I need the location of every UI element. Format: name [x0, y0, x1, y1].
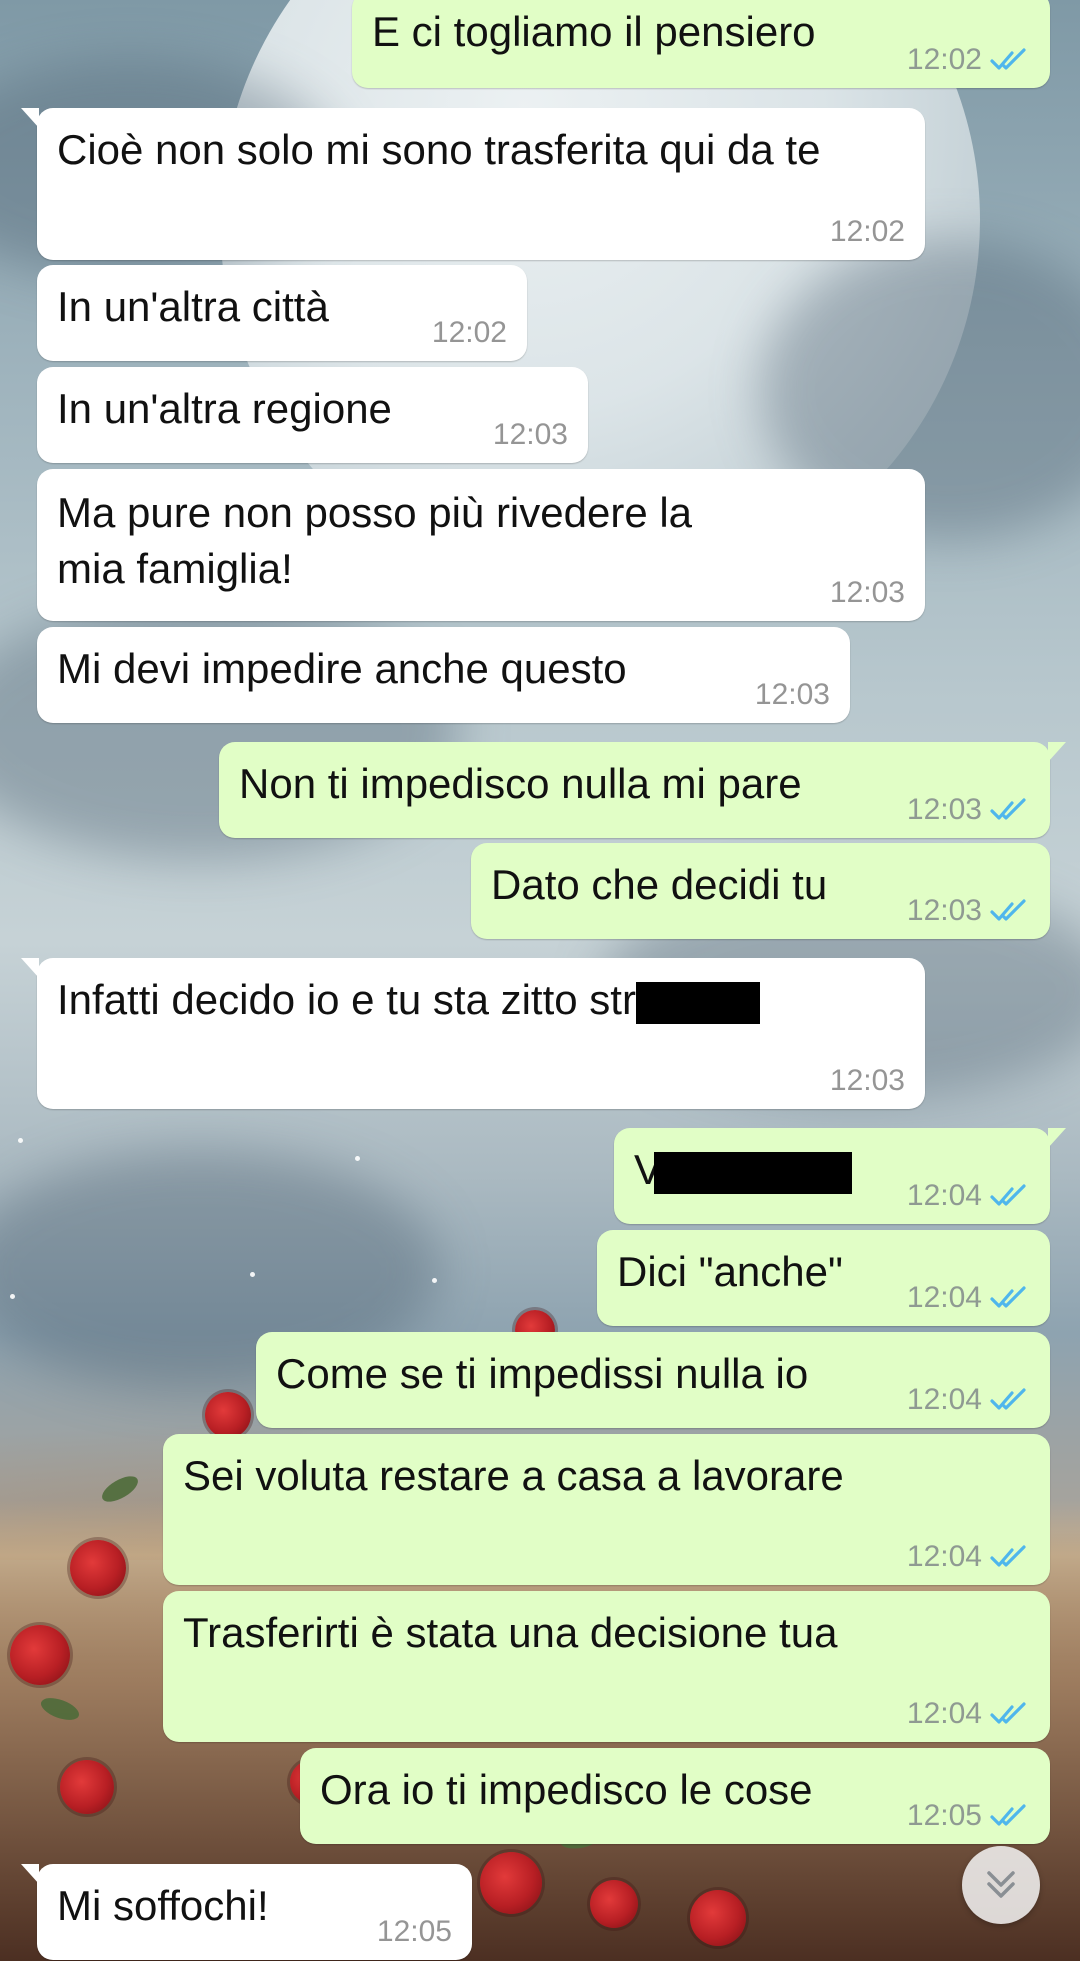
- message-text: Ma pure non posso più rivedere la mia fa…: [57, 489, 693, 592]
- message-time: 12:04: [906, 1281, 982, 1314]
- message-text-row: Infatti decido io e tu sta zitto str: [57, 968, 905, 1026]
- message-meta: 12:05: [907, 1798, 1030, 1834]
- background-star: [18, 1138, 23, 1143]
- background-star: [250, 1272, 255, 1277]
- message-bubble-outgoing[interactable]: Dici "anche" 12:04: [597, 1230, 1050, 1326]
- double-check-icon: [990, 1286, 1026, 1308]
- message-bubble-incoming[interactable]: In un'altra regione 12:03: [37, 367, 588, 463]
- message-bubble-outgoing[interactable]: Trasferirti è stata una decisione tua 12…: [163, 1591, 1050, 1742]
- message-bubble-incoming[interactable]: Cioè non solo mi sono trasferita qui da …: [21, 108, 925, 260]
- message-meta: 12:04: [907, 1280, 1030, 1316]
- message-meta: 12:04: [907, 1178, 1030, 1214]
- message-time: 12:03: [492, 418, 568, 451]
- background-rose: [60, 1760, 114, 1814]
- message-text: Sei voluta restare a casa a lavorare: [183, 1452, 844, 1499]
- scroll-to-bottom-button[interactable]: [962, 1846, 1040, 1924]
- message-text: Mi devi impedire anche questo: [57, 645, 627, 692]
- double-check-icon: [990, 1545, 1026, 1567]
- message-bubble-outgoing[interactable]: E ci togliamo il pensiero 12:02: [352, 0, 1050, 88]
- message-meta: 12:04: [907, 1382, 1030, 1418]
- double-check-icon: [990, 1184, 1026, 1206]
- message-bubble-outgoing[interactable]: Sei voluta restare a casa a lavorare 12:…: [163, 1434, 1050, 1585]
- message-text: Trasferirti è stata una decisione tua: [183, 1609, 838, 1656]
- message-meta: 12:04: [907, 1696, 1030, 1732]
- double-check-icon: [990, 1388, 1026, 1410]
- background-rose: [70, 1540, 126, 1596]
- message-text: Cioè non solo mi sono trasferita qui da …: [57, 126, 821, 173]
- message-bubble-incoming[interactable]: Infatti decido io e tu sta zitto str 12:…: [21, 958, 925, 1109]
- message-time: 12:02: [431, 316, 507, 349]
- message-bubble-incoming[interactable]: Ma pure non posso più rivedere la mia fa…: [37, 469, 925, 621]
- background-star: [355, 1156, 360, 1161]
- double-check-icon: [990, 1804, 1026, 1826]
- redaction-bar: [635, 981, 760, 1024]
- background-rose: [10, 1625, 70, 1685]
- message-meta: 12:03: [830, 575, 905, 611]
- chevron-double-down-icon: [987, 1871, 1015, 1898]
- message-meta: 12:03: [493, 417, 568, 453]
- message-meta: 12:02: [432, 315, 507, 351]
- message-time: 12:03: [829, 576, 905, 609]
- message-meta: 12:02: [907, 42, 1030, 78]
- message-meta: 12:03: [907, 792, 1030, 828]
- message-time: 12:05: [376, 1915, 452, 1948]
- double-check-icon: [990, 899, 1026, 921]
- message-meta: 12:02: [830, 214, 905, 250]
- message-meta: 12:03: [755, 677, 830, 713]
- chat-view: E ci togliamo il pensiero 12:02 Cioè non…: [0, 0, 1080, 1961]
- double-check-icon: [990, 48, 1026, 70]
- message-bubble-outgoing[interactable]: Come se ti impedissi nulla io 12:04: [256, 1332, 1050, 1428]
- background-rose: [205, 1392, 251, 1438]
- message-time: 12:02: [906, 43, 982, 76]
- message-time: 12:03: [906, 894, 982, 927]
- message-bubble-outgoing[interactable]: Ora io ti impedisco le cose 12:05: [300, 1748, 1050, 1844]
- redaction-bar: [654, 1151, 853, 1194]
- background-rose: [590, 1880, 638, 1928]
- message-bubble-outgoing[interactable]: V 12:04: [614, 1128, 1066, 1224]
- message-time: 12:03: [754, 678, 830, 711]
- double-check-icon: [990, 1702, 1026, 1724]
- message-time: 12:04: [906, 1383, 982, 1416]
- message-text: Infatti decido io e tu sta zitto str: [57, 976, 636, 1023]
- message-meta: 12:04: [907, 1539, 1030, 1575]
- message-time: 12:05: [906, 1799, 982, 1832]
- message-bubble-outgoing[interactable]: Dato che decidi tu 12:03: [471, 843, 1050, 939]
- message-time: 12:02: [829, 215, 905, 248]
- message-meta: 12:03: [830, 1063, 905, 1099]
- message-bubble-incoming[interactable]: Mi soffochi! 12:05: [21, 1864, 472, 1960]
- background-rose: [690, 1890, 746, 1946]
- background-rose: [480, 1852, 542, 1914]
- double-check-icon: [990, 798, 1026, 820]
- message-text: In un'altra regione: [57, 385, 392, 432]
- message-bubble-incoming[interactable]: Mi devi impedire anche questo 12:03: [37, 627, 850, 723]
- message-meta: 12:05: [377, 1914, 452, 1950]
- message-meta: 12:03: [907, 893, 1030, 929]
- message-time: 12:04: [906, 1540, 982, 1573]
- background-star: [432, 1278, 437, 1283]
- message-time: 12:04: [906, 1697, 982, 1730]
- message-bubble-incoming[interactable]: In un'altra città 12:02: [37, 265, 527, 361]
- message-time: 12:04: [906, 1179, 982, 1212]
- message-time: 12:03: [906, 793, 982, 826]
- background-star: [10, 1294, 15, 1299]
- message-time: 12:03: [829, 1064, 905, 1097]
- message-bubble-outgoing[interactable]: Non ti impedisco nulla mi pare 12:03: [219, 742, 1066, 838]
